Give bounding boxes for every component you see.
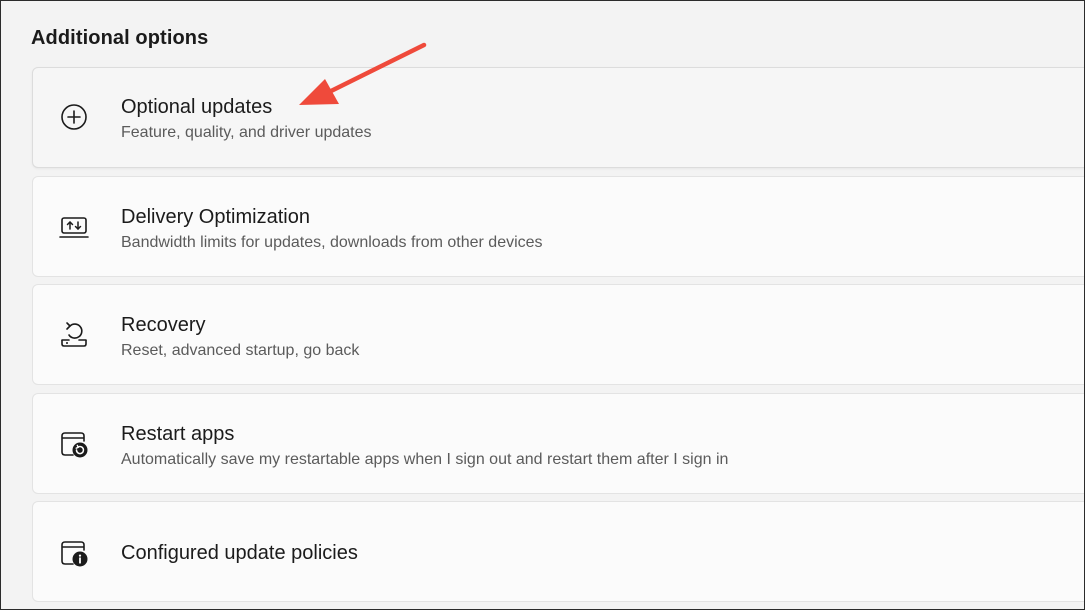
recovery-item[interactable]: Recovery Reset, advanced startup, go bac… <box>32 284 1084 385</box>
settings-window: Additional options Optional updates Feat… <box>0 0 1085 610</box>
recovery-title: Recovery <box>121 314 206 336</box>
recovery-subtitle: Reset, advanced startup, go back <box>121 342 360 359</box>
optional-updates-item[interactable]: Optional updates Feature, quality, and d… <box>32 67 1084 168</box>
update-policies-icon <box>59 538 89 568</box>
recovery-icon <box>59 320 89 350</box>
plus-circle-icon <box>59 102 89 132</box>
delivery-optimization-item[interactable]: Delivery Optimization Bandwidth limits f… <box>32 176 1084 277</box>
restart-apps-title: Restart apps <box>121 423 235 445</box>
optional-updates-subtitle: Feature, quality, and driver updates <box>121 124 372 141</box>
configured-update-policies-item[interactable]: Configured update policies <box>32 501 1084 602</box>
restart-apps-item[interactable]: Restart apps Automatically save my resta… <box>32 393 1084 494</box>
delivery-optimization-title: Delivery Optimization <box>121 206 310 228</box>
delivery-optimization-subtitle: Bandwidth limits for updates, downloads … <box>121 234 543 251</box>
delivery-optimization-icon <box>59 212 89 242</box>
restart-apps-icon <box>59 429 89 459</box>
optional-updates-title: Optional updates <box>121 96 273 118</box>
configured-update-policies-title: Configured update policies <box>121 542 358 564</box>
restart-apps-subtitle: Automatically save my restartable apps w… <box>121 451 729 468</box>
section-heading: Additional options <box>31 27 209 49</box>
